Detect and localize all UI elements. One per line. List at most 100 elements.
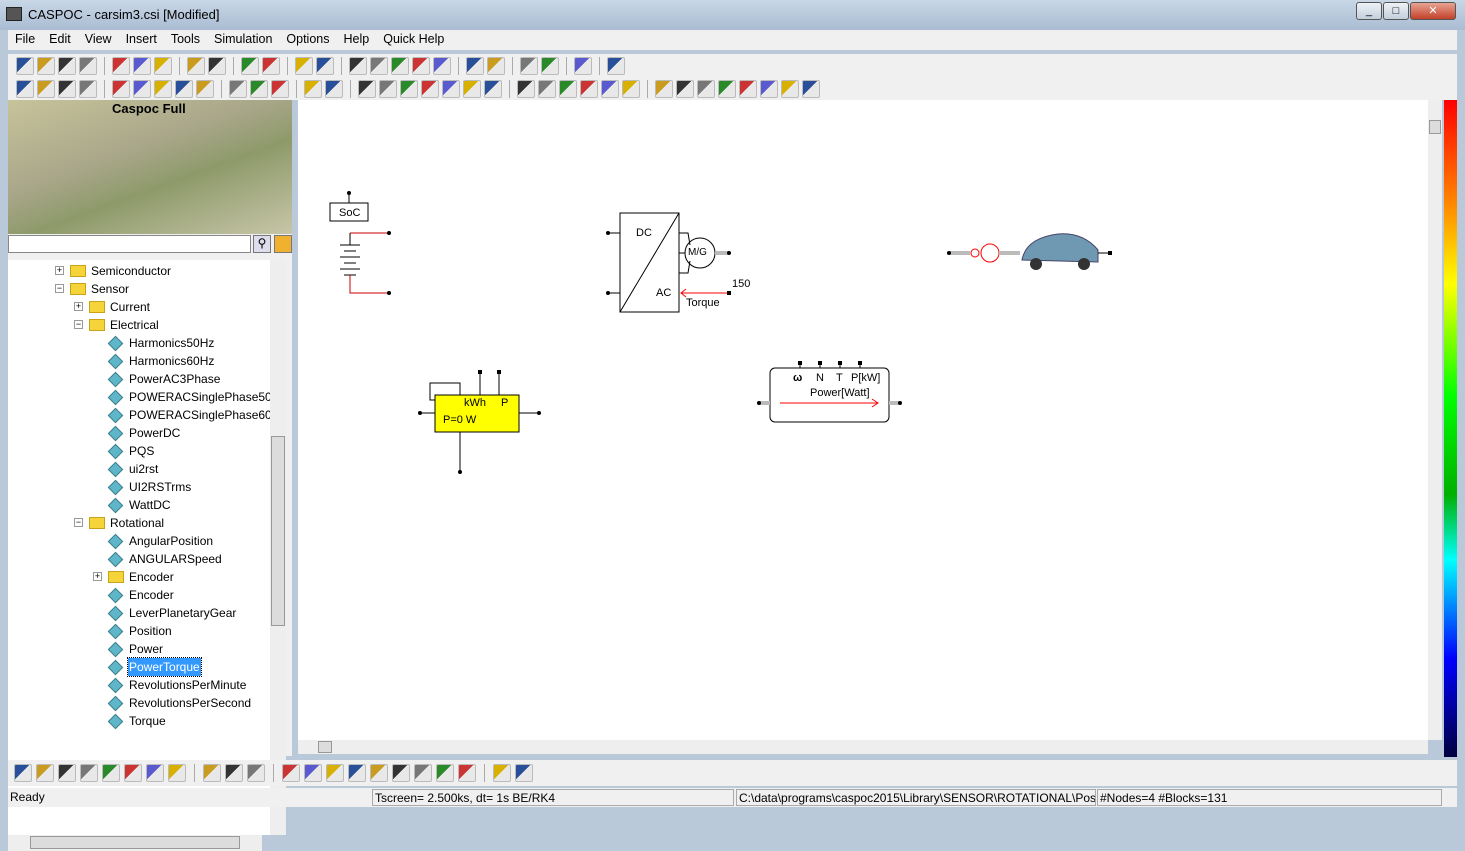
tree-item[interactable]: − Sensor [8, 280, 270, 298]
library-icon[interactable] [274, 235, 292, 253]
tree-item[interactable]: − Electrical [8, 316, 270, 334]
folder-icon[interactable] [225, 764, 243, 782]
last-icon[interactable] [458, 764, 476, 782]
tree-item[interactable]: Harmonics50Hz [8, 334, 270, 352]
print-icon[interactable] [79, 56, 97, 75]
tree-item[interactable]: Torque [8, 712, 270, 730]
paste-icon[interactable] [154, 56, 172, 75]
new-icon[interactable] [16, 56, 34, 75]
minimize-button[interactable]: _ [1356, 2, 1382, 20]
tree-item[interactable]: Position [8, 622, 270, 640]
zoom-width-icon[interactable] [58, 79, 76, 98]
step-back-icon[interactable] [348, 764, 366, 782]
text-icon[interactable] [325, 79, 343, 98]
chip2-icon[interactable] [760, 79, 778, 98]
tree-icon[interactable] [484, 79, 502, 98]
globe2-icon[interactable] [250, 79, 268, 98]
record-icon[interactable] [282, 764, 300, 782]
tool-icon[interactable] [247, 764, 265, 782]
globe-icon[interactable] [229, 79, 247, 98]
undo-icon[interactable] [187, 56, 205, 75]
redo-icon[interactable] [208, 56, 226, 75]
123-icon[interactable] [463, 79, 481, 98]
cross-icon[interactable] [517, 79, 535, 98]
zoom-fit-icon[interactable] [37, 79, 55, 98]
canvas-horizontal-scrollbar[interactable] [298, 740, 1428, 754]
wizard-icon[interactable] [520, 56, 538, 75]
doc-icon[interactable] [36, 764, 54, 782]
menu-tools[interactable]: Tools [164, 30, 207, 50]
menu-file[interactable]: File [8, 30, 42, 50]
globe3-icon[interactable] [271, 79, 289, 98]
list-icon[interactable] [391, 56, 409, 75]
menu-help[interactable]: Help [337, 30, 377, 50]
zoom100-icon[interactable] [16, 79, 34, 98]
tree-item[interactable]: POWERACSinglePhase50H [8, 388, 270, 406]
block-icon[interactable] [442, 79, 460, 98]
tree-item[interactable]: PowerTorque [8, 657, 270, 677]
window-icon[interactable] [493, 764, 511, 782]
collapse-icon[interactable]: − [74, 320, 83, 329]
tree-item[interactable]: PowerAC3Phase [8, 370, 270, 388]
tree-vertical-scrollbar[interactable] [270, 260, 286, 835]
windows-icon[interactable] [515, 764, 533, 782]
grid-icon[interactable] [80, 764, 98, 782]
tree-item[interactable]: POWERACSinglePhase60H [8, 406, 270, 424]
ic-icon[interactable] [466, 56, 484, 75]
torque-value[interactable]: 150 [732, 278, 750, 290]
clock-icon[interactable] [559, 79, 577, 98]
menu-options[interactable]: Options [279, 30, 336, 50]
pause-icon[interactable] [262, 56, 280, 75]
menu-edit[interactable]: Edit [42, 30, 78, 50]
label-icon[interactable] [316, 56, 334, 75]
cut-icon[interactable] [112, 56, 130, 75]
hand-icon[interactable] [349, 56, 367, 75]
tree-item[interactable]: PQS [8, 442, 270, 460]
network-icon[interactable] [574, 56, 592, 75]
expand-icon[interactable]: + [93, 572, 102, 581]
tree-item[interactable]: + Current [8, 298, 270, 316]
menu-view[interactable]: View [78, 30, 119, 50]
vehicle[interactable] [947, 233, 1112, 270]
canvas-vertical-scrollbar[interactable] [1428, 100, 1442, 740]
copy-icon[interactable] [133, 56, 151, 75]
collapse-icon[interactable]: − [55, 284, 64, 293]
back-icon[interactable] [370, 764, 388, 782]
component3-icon[interactable] [697, 79, 715, 98]
search-icon[interactable]: ⚲ [253, 235, 271, 253]
ic2-icon[interactable] [487, 56, 505, 75]
tree-item[interactable]: − Rotational [8, 514, 270, 532]
mirror2-icon[interactable] [175, 79, 193, 98]
run-icon[interactable] [241, 56, 259, 75]
play-icon[interactable] [392, 764, 410, 782]
maximize-button[interactable]: □ [1383, 2, 1409, 20]
resistor-icon[interactable] [133, 79, 151, 98]
chip-icon[interactable] [102, 764, 120, 782]
expand-icon[interactable]: + [74, 302, 83, 311]
forward-icon[interactable] [414, 764, 432, 782]
tree-item[interactable]: RevolutionsPerMinute [8, 676, 270, 694]
chip3-icon[interactable] [781, 79, 799, 98]
fast-forward-icon[interactable] [436, 764, 454, 782]
tree-item[interactable]: Encoder [8, 586, 270, 604]
collapse-icon[interactable]: − [74, 518, 83, 527]
zoom-height-icon[interactable] [79, 79, 97, 98]
menu-quick-help[interactable]: Quick Help [376, 30, 451, 50]
brush-icon[interactable] [304, 79, 322, 98]
list2-icon[interactable] [412, 56, 430, 75]
tree-item[interactable]: UI2RSTrms [8, 478, 270, 496]
save-icon[interactable] [58, 56, 76, 75]
wizard2-icon[interactable] [541, 56, 559, 75]
grid-icon[interactable] [538, 79, 556, 98]
energy-meter[interactable] [418, 370, 541, 474]
block-icon[interactable] [14, 764, 32, 782]
chip-icon[interactable] [739, 79, 757, 98]
paint-icon[interactable] [580, 79, 598, 98]
expand-icon[interactable]: + [55, 266, 64, 275]
rewind-icon[interactable] [326, 764, 344, 782]
export-icon[interactable] [718, 79, 736, 98]
tree-horizontal-scrollbar[interactable] [8, 835, 262, 851]
tree-item[interactable]: ANGULARSpeed [8, 550, 270, 568]
library-search-input[interactable] [8, 235, 251, 253]
close-button[interactable]: ✕ [1410, 2, 1456, 20]
